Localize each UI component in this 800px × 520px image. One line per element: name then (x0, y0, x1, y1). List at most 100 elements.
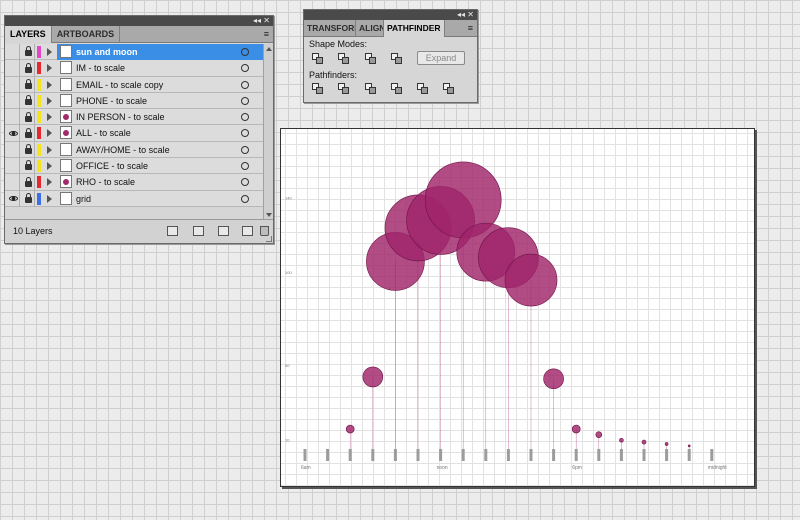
lock-toggle[interactable] (22, 174, 35, 191)
expand-triangle-icon[interactable] (47, 96, 52, 105)
expand-triangle-icon[interactable] (47, 129, 52, 138)
expand-triangle-icon[interactable] (47, 145, 52, 154)
target-icon[interactable] (241, 129, 249, 138)
visibility-toggle[interactable] (7, 190, 20, 207)
delete-layer-icon[interactable] (260, 226, 269, 236)
scroll-up-icon[interactable] (266, 47, 272, 51)
layer-name-cell[interactable]: EMAIL - to scale copy (57, 77, 265, 93)
layer-name-cell[interactable]: grid (57, 191, 265, 207)
visibility-toggle[interactable] (7, 60, 20, 77)
target-icon[interactable] (241, 145, 249, 154)
exclude-icon[interactable] (390, 52, 404, 65)
layer-name-cell[interactable]: sun and moon (57, 44, 265, 60)
layers-panel-titlebar[interactable]: ◂◂ ✕ (5, 16, 273, 26)
minus-back-icon[interactable] (442, 82, 456, 95)
bubble[interactable] (571, 424, 581, 434)
expand-triangle-icon[interactable] (47, 194, 52, 203)
bubble[interactable] (504, 253, 558, 307)
target-icon[interactable] (241, 194, 249, 203)
expand-button[interactable]: Expand (417, 51, 465, 65)
tab-layers[interactable]: LAYERS (5, 26, 52, 43)
visibility-toggle[interactable] (7, 125, 20, 142)
expand-triangle-icon[interactable] (47, 80, 52, 89)
make-clipping-mask-icon[interactable] (193, 226, 204, 236)
layer-row[interactable]: grid (5, 190, 265, 207)
visibility-toggle[interactable] (7, 92, 20, 109)
tab-artboards[interactable]: ARTBOARDS (52, 26, 121, 43)
target-icon[interactable] (241, 178, 249, 187)
bubble[interactable] (345, 424, 355, 434)
layer-row[interactable]: OFFICE - to scale (5, 158, 265, 175)
expand-triangle-icon[interactable] (47, 178, 52, 187)
resize-grip-icon[interactable] (266, 236, 272, 242)
new-layer-icon[interactable] (242, 226, 253, 236)
panel-menu-icon[interactable]: ≡ (264, 29, 269, 39)
layers-scrollbar[interactable] (263, 44, 273, 220)
lock-toggle[interactable] (22, 60, 35, 77)
minus-front-icon[interactable] (337, 52, 351, 65)
layer-name-cell[interactable]: AWAY/HOME - to scale (57, 142, 265, 158)
layer-row[interactable]: sun and moon (5, 44, 265, 61)
panel-menu-icon[interactable]: ≡ (468, 23, 473, 33)
layer-row[interactable]: RHO - to scale (5, 174, 265, 191)
layer-row[interactable]: EMAIL - to scale copy (5, 76, 265, 93)
bubble[interactable] (362, 366, 384, 388)
target-icon[interactable] (241, 96, 249, 105)
lock-toggle[interactable] (22, 76, 35, 93)
layer-name-cell[interactable]: RHO - to scale (57, 174, 265, 190)
bubble[interactable] (664, 442, 669, 446)
lock-toggle[interactable] (22, 109, 35, 126)
layer-row[interactable]: IN PERSON - to scale (5, 109, 265, 126)
bubble[interactable] (641, 439, 647, 445)
close-icon[interactable]: ✕ (263, 16, 270, 26)
lock-toggle[interactable] (22, 125, 35, 142)
visibility-toggle[interactable] (7, 44, 20, 60)
bubble[interactable] (543, 368, 564, 390)
expand-triangle-icon[interactable] (47, 113, 52, 122)
layer-name-cell[interactable]: PHONE - to scale (57, 93, 265, 109)
visibility-toggle[interactable] (7, 109, 20, 126)
expand-triangle-icon[interactable] (47, 162, 52, 171)
bubble[interactable] (619, 437, 624, 443)
expand-triangle-icon[interactable] (47, 64, 52, 73)
target-icon[interactable] (241, 162, 249, 171)
lock-toggle[interactable] (22, 141, 35, 158)
pathfinder-panel-titlebar[interactable]: ◂◂ ✕ (304, 10, 477, 20)
visibility-toggle[interactable] (7, 174, 20, 191)
layer-row[interactable]: IM - to scale (5, 60, 265, 77)
artboard[interactable]: 140 100 50 10 6am noon 6pm midnight (280, 128, 755, 487)
lock-toggle[interactable] (22, 158, 35, 175)
layer-row[interactable]: PHONE - to scale (5, 92, 265, 110)
visibility-toggle[interactable] (7, 76, 20, 93)
layer-row[interactable]: AWAY/HOME - to scale (5, 141, 265, 159)
target-icon[interactable] (241, 64, 249, 73)
tab-transform[interactable]: TRANSFORM (304, 20, 356, 37)
divide-icon[interactable] (311, 82, 325, 95)
visibility-toggle[interactable] (7, 141, 20, 158)
lock-toggle[interactable] (22, 44, 35, 60)
visibility-toggle[interactable] (7, 158, 20, 175)
locate-object-icon[interactable] (167, 226, 178, 236)
target-icon[interactable] (241, 80, 249, 89)
merge-icon[interactable] (364, 82, 378, 95)
bubble[interactable] (687, 444, 691, 448)
layer-name-cell[interactable]: IN PERSON - to scale (57, 109, 265, 125)
outline-icon[interactable] (416, 82, 430, 95)
tab-align[interactable]: ALIGN (356, 20, 384, 37)
unite-icon[interactable] (311, 52, 325, 65)
lock-toggle[interactable] (22, 190, 35, 207)
scroll-down-icon[interactable] (266, 213, 272, 217)
trim-icon[interactable] (337, 82, 351, 95)
crop-icon[interactable] (390, 82, 404, 95)
tab-pathfinder[interactable]: PATHFINDER (384, 20, 445, 37)
collapse-icon[interactable]: ◂◂ (253, 16, 261, 26)
lock-toggle[interactable] (22, 92, 35, 109)
target-icon[interactable] (241, 48, 249, 56)
bubble[interactable] (595, 431, 603, 438)
collapse-icon[interactable]: ◂◂ (457, 10, 465, 20)
intersect-icon[interactable] (364, 52, 378, 65)
layer-name-cell[interactable]: IM - to scale (57, 60, 265, 76)
layer-name-cell[interactable]: OFFICE - to scale (57, 158, 265, 174)
new-sublayer-icon[interactable] (218, 226, 229, 236)
close-icon[interactable]: ✕ (467, 10, 474, 20)
